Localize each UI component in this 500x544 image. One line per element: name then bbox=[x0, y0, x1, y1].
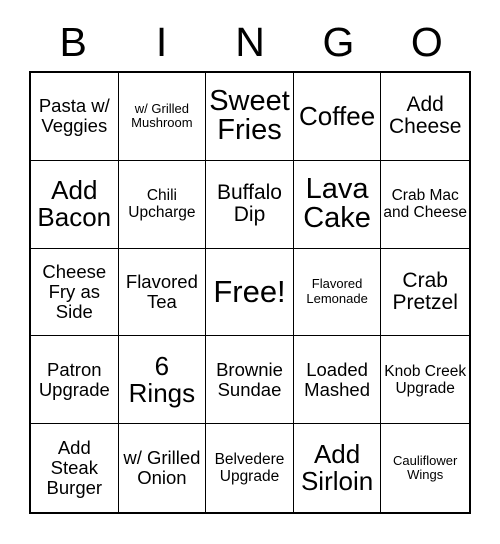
bingo-cell[interactable]: Crab Mac and Cheese bbox=[381, 160, 469, 249]
bingo-free-space-label: Free! bbox=[213, 274, 286, 310]
bingo-cell-label: w/ Grilled Onion bbox=[123, 447, 201, 489]
bingo-cell-label: Coffee bbox=[299, 101, 376, 132]
bingo-cell-label: Cheese Fry as Side bbox=[42, 261, 107, 322]
bingo-cell-label: Cauliflower Wings bbox=[393, 452, 458, 483]
bingo-cell[interactable]: Add Cheese bbox=[381, 73, 469, 161]
bingo-cell[interactable]: Cauliflower Wings bbox=[381, 424, 469, 512]
bingo-cell[interactable]: Buffalo Dip bbox=[206, 160, 294, 249]
bingo-cell[interactable]: Patron Upgrade bbox=[31, 336, 119, 425]
bingo-cell[interactable]: Pasta w/ Veggies bbox=[31, 73, 119, 161]
bingo-cell-label: Patron Upgrade bbox=[38, 358, 110, 400]
bingo-cell-label: Add Cheese bbox=[388, 93, 462, 139]
bingo-cell-label: Crab Mac and Cheese bbox=[383, 187, 467, 222]
bingo-cell-label: 6 Rings bbox=[128, 351, 196, 408]
bingo-cell-label: Add Sirloin bbox=[300, 439, 374, 497]
bingo-cell-label: Loaded Mashed bbox=[304, 358, 370, 400]
bingo-cell-label: Flavored Tea bbox=[125, 271, 198, 312]
bingo-cell[interactable]: Add Sirloin bbox=[293, 424, 382, 512]
bingo-cell-label: Belvedere Upgrade bbox=[214, 451, 285, 486]
bingo-cell[interactable]: Belvedere Upgrade bbox=[206, 424, 294, 512]
bingo-cell[interactable]: w/ Grilled Mushroom bbox=[118, 73, 207, 161]
bingo-cell[interactable]: Lava Cake bbox=[293, 160, 382, 249]
bingo-cell[interactable]: Crab Pretzel bbox=[381, 248, 469, 337]
bingo-cell-label: Add Steak Burger bbox=[46, 437, 103, 499]
bingo-cell[interactable]: Flavored Tea bbox=[118, 248, 207, 337]
bingo-cell-label: Chili Upcharge bbox=[128, 187, 196, 222]
bingo-grid: Pasta w/ Veggies w/ Grilled Mushroom Swe… bbox=[29, 71, 471, 514]
bingo-cell[interactable]: 6 Rings bbox=[118, 336, 207, 425]
bingo-cell-label: Brownie Sundae bbox=[216, 358, 283, 400]
bingo-header-row: B I N G O bbox=[29, 14, 471, 70]
bingo-cell[interactable]: Brownie Sundae bbox=[206, 336, 294, 425]
bingo-cell-label: Lava Cake bbox=[303, 173, 371, 235]
bingo-card: B I N G O Pasta w/ Veggies w/ Grilled Mu… bbox=[0, 0, 500, 544]
bingo-cell-label: Knob Creek Upgrade bbox=[384, 362, 467, 397]
bingo-header-letter-i: I bbox=[155, 18, 168, 65]
bingo-header-letter-n: N bbox=[235, 18, 265, 65]
bingo-cell-label: Crab Pretzel bbox=[392, 268, 458, 314]
bingo-cell-label: Sweet Fries bbox=[209, 85, 290, 147]
bingo-cell[interactable]: Add Steak Burger bbox=[31, 424, 119, 512]
bingo-cell[interactable]: Add Bacon bbox=[31, 160, 119, 249]
bingo-header-letter-o: O bbox=[410, 18, 443, 65]
bingo-cell-label: w/ Grilled Mushroom bbox=[131, 100, 193, 131]
bingo-cell-label: Pasta w/ Veggies bbox=[38, 95, 110, 137]
bingo-cell[interactable]: Sweet Fries bbox=[206, 73, 294, 161]
bingo-cell-free-space[interactable]: Free! bbox=[206, 248, 294, 337]
bingo-cell[interactable]: w/ Grilled Onion bbox=[118, 424, 207, 512]
bingo-cell[interactable]: Knob Creek Upgrade bbox=[381, 336, 469, 425]
bingo-header-letter-b: B bbox=[59, 18, 87, 65]
bingo-cell[interactable]: Loaded Mashed bbox=[293, 336, 382, 425]
bingo-cell[interactable]: Chili Upcharge bbox=[118, 160, 207, 249]
bingo-cell-label: Flavored Lemonade bbox=[306, 276, 368, 306]
bingo-cell[interactable]: Cheese Fry as Side bbox=[31, 248, 119, 337]
bingo-header-letter-g: G bbox=[322, 18, 355, 65]
bingo-cell[interactable]: Coffee bbox=[293, 73, 382, 161]
bingo-cell-label: Add Bacon bbox=[37, 175, 112, 233]
bingo-cell[interactable]: Flavored Lemonade bbox=[293, 248, 382, 337]
bingo-cell-label: Buffalo Dip bbox=[216, 180, 282, 227]
